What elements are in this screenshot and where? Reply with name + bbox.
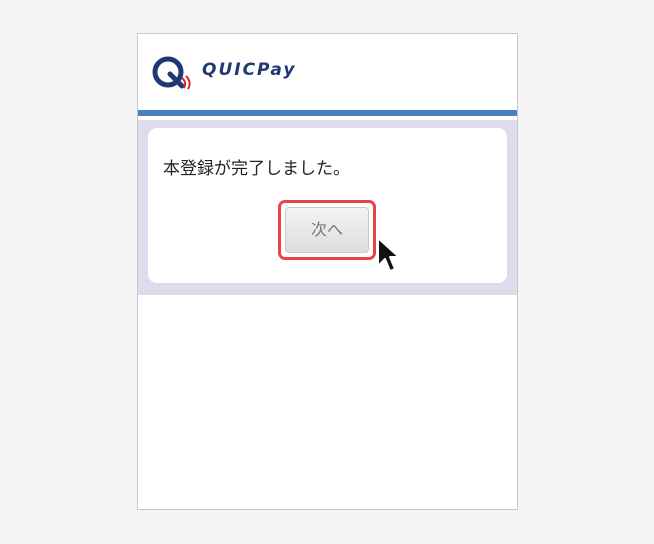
message-card: 本登録が完了しました。 次へ (148, 128, 507, 283)
phone-screen: QUICPay 本登録が完了しました。 次へ (137, 33, 518, 510)
header-divider (138, 110, 517, 116)
header: QUICPay (138, 34, 517, 110)
logo-wordmark: QUICPay (202, 60, 297, 80)
quicpay-logo-icon (152, 56, 191, 90)
next-button[interactable]: 次へ (285, 207, 369, 253)
completion-message: 本登録が完了しました。 (163, 159, 350, 179)
mouse-pointer-icon (377, 237, 400, 272)
dialog-panel: 本登録が完了しました。 次へ (138, 120, 517, 295)
